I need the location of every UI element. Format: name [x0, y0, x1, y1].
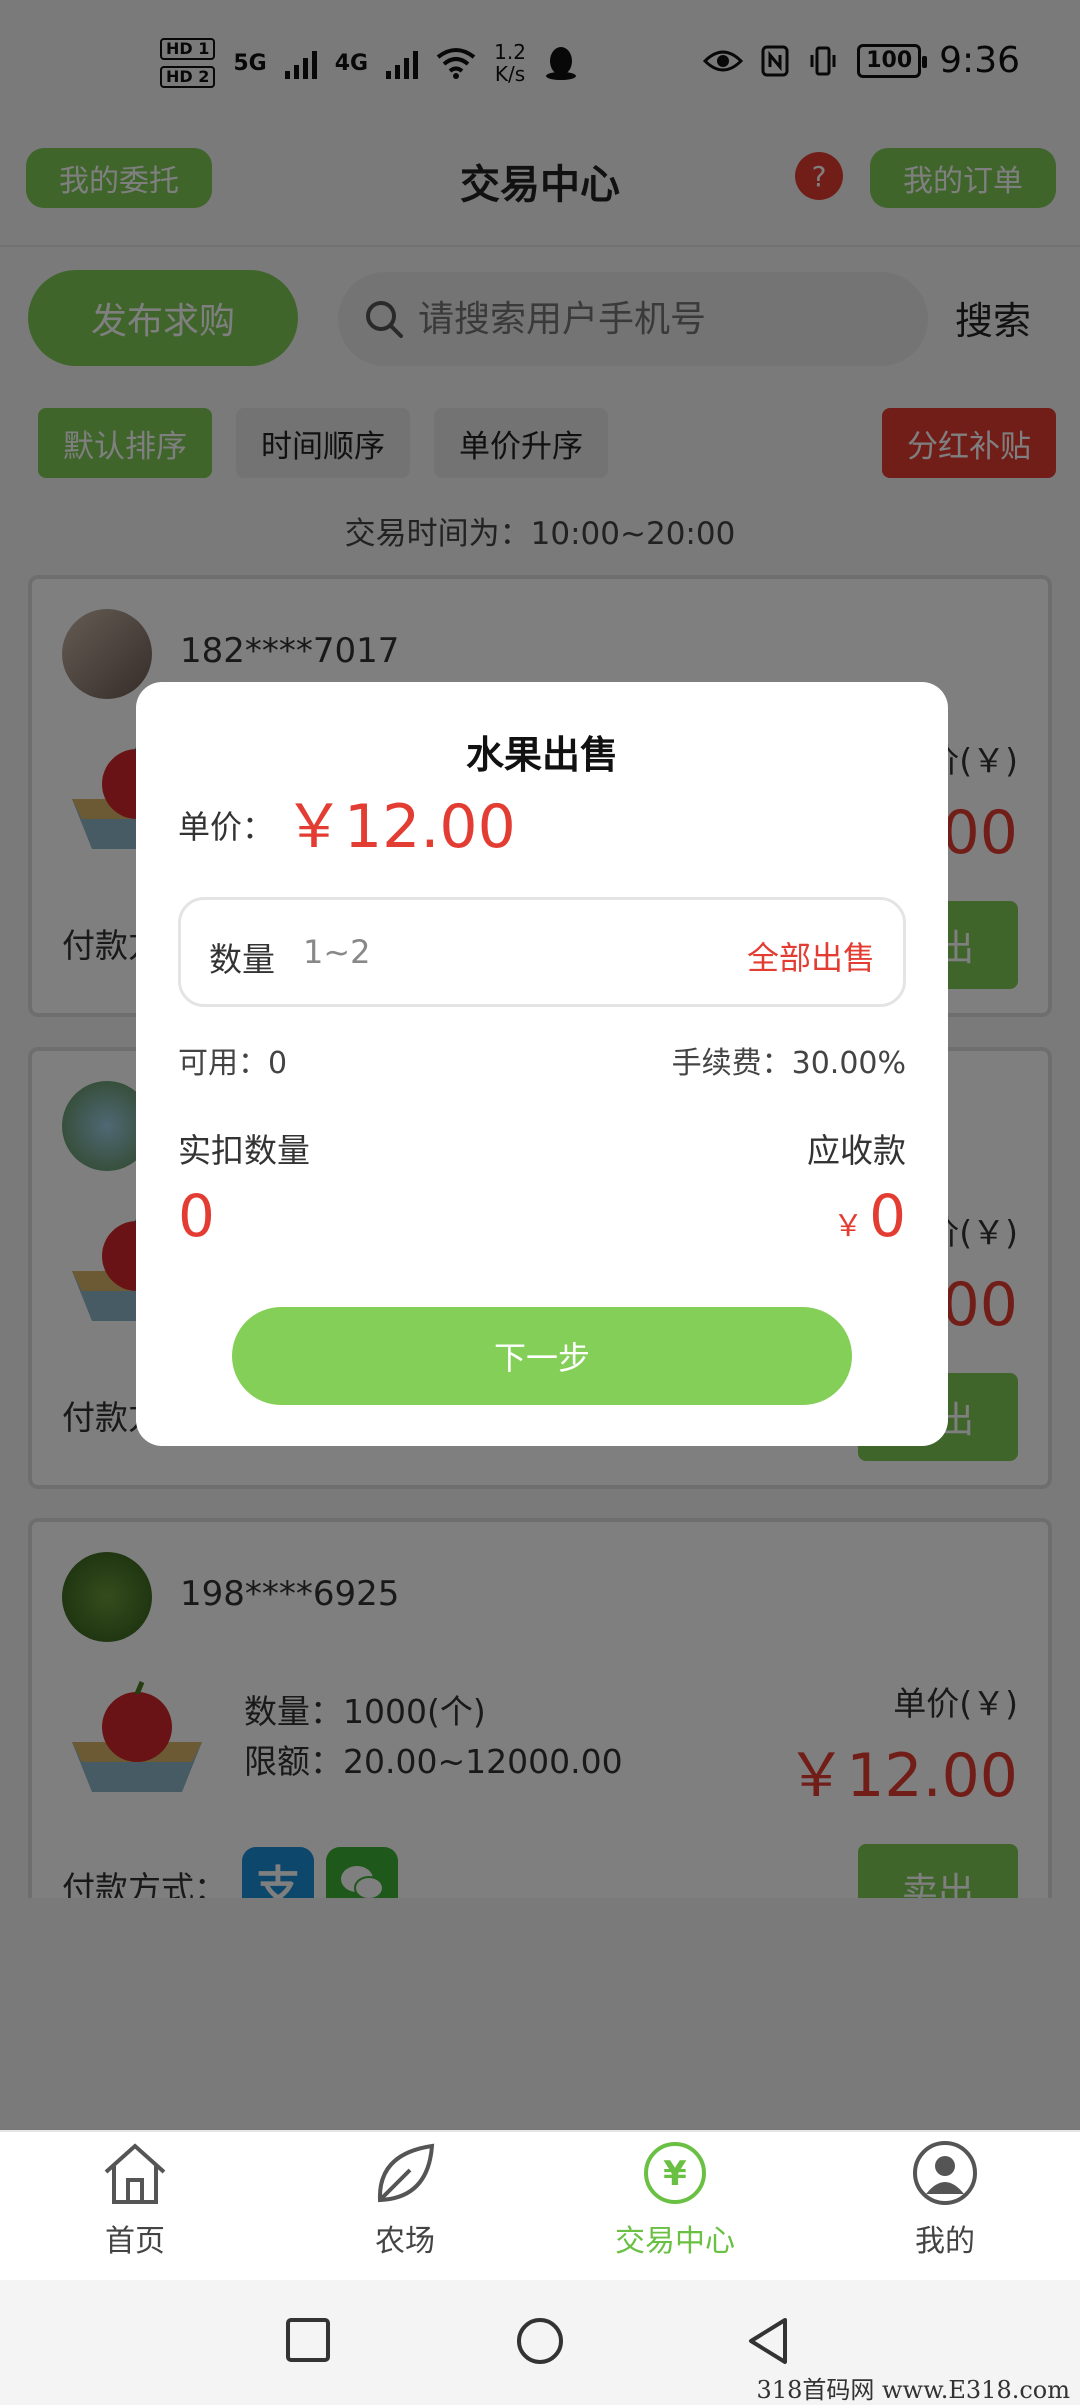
tab-farm[interactable]: 农场	[305, 2140, 505, 2260]
tab-mine-label: 我的	[915, 2224, 975, 2259]
tab-mine[interactable]: 我的	[845, 2140, 1045, 2260]
recents-icon[interactable]	[286, 2318, 330, 2362]
fee-rate: 手续费：30.00%	[671, 1046, 906, 1081]
receivable-label: 应收款	[807, 1131, 906, 1170]
receivable-currency: ￥	[833, 1209, 864, 1244]
quantity-field[interactable]: 数量 1~2 全部出售	[178, 897, 906, 1007]
actual-deduct-label: 实扣数量	[178, 1131, 310, 1170]
sell-all-button[interactable]: 全部出售	[747, 933, 875, 979]
receivable-value: ￥ 0	[833, 1182, 906, 1250]
available-amount: 可用：0	[178, 1046, 288, 1081]
tab-farm-label: 农场	[375, 2224, 435, 2259]
tab-trade-center[interactable]: ¥ 交易中心	[575, 2140, 775, 2260]
tab-home-label: 首页	[105, 2224, 165, 2259]
tab-home[interactable]: 首页	[35, 2140, 235, 2260]
actual-deduct-value: 0	[178, 1182, 215, 1250]
receivable-amount: 0	[869, 1182, 906, 1250]
home-circle-icon[interactable]	[515, 2316, 565, 2366]
back-icon[interactable]	[745, 2316, 791, 2366]
dialog-unit-price-label: 单价：	[178, 808, 275, 846]
quantity-label: 数量	[209, 940, 275, 979]
next-step-button[interactable]: 下一步	[232, 1307, 852, 1405]
dialog-unit-price: ￥12.00	[284, 792, 516, 862]
home-icon	[104, 2143, 166, 2204]
user-icon	[913, 2141, 977, 2205]
yuan-glyph: ¥	[663, 2154, 687, 2194]
quantity-input[interactable]: 1~2	[303, 933, 371, 971]
tab-trade-center-label: 交易中心	[615, 2224, 735, 2259]
fruit-sell-dialog: 水果出售 单价： ￥12.00 数量 1~2 全部出售 可用：0 手续费：30.…	[136, 682, 948, 1446]
yuan-coin-icon: ¥	[644, 2142, 706, 2204]
dialog-title: 水果出售	[465, 733, 618, 777]
leaf-icon	[377, 2143, 435, 2203]
